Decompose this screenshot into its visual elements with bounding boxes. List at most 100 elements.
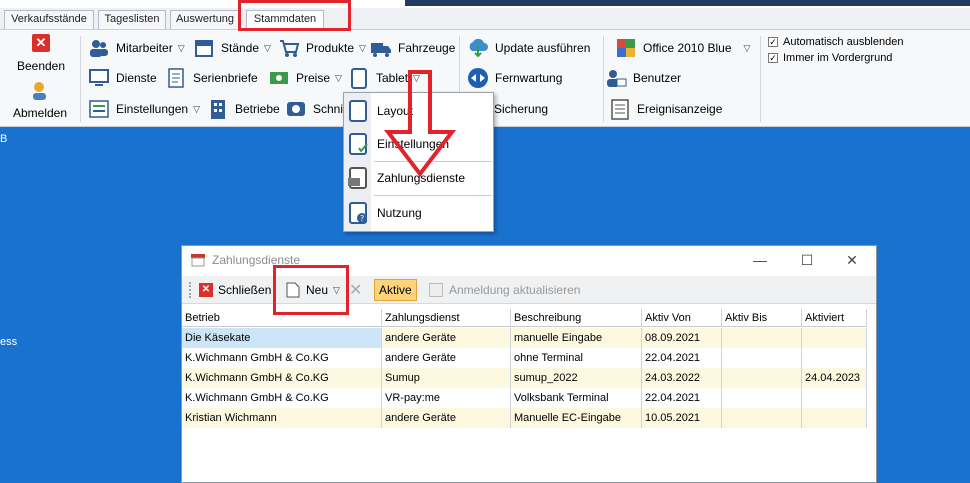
table-cell bbox=[802, 388, 867, 408]
table-row[interactable]: Die Käsekate andere Geräte manuelle Eing… bbox=[182, 328, 867, 348]
dienste-button[interactable]: Dienste bbox=[88, 65, 157, 91]
title-bar-dark bbox=[405, 0, 970, 6]
aktive-label: Aktive bbox=[379, 283, 412, 297]
auto-hide-checkbox[interactable]: ✓ Automatisch ausblenden bbox=[768, 36, 903, 48]
sicherung-button[interactable]: Sicherung bbox=[494, 96, 548, 122]
produkte-button[interactable]: Produkte ▽ bbox=[278, 35, 366, 61]
minimize-icon[interactable]: — bbox=[750, 250, 770, 270]
table-row[interactable]: K.Wichmann GmbH & Co.KG Sumup sumup_2022… bbox=[182, 368, 867, 388]
fernwartung-label: Fernwartung bbox=[495, 71, 563, 85]
letter-icon bbox=[168, 68, 184, 88]
preise-button[interactable]: Preise ▽ bbox=[268, 65, 342, 91]
interface-icon bbox=[287, 102, 305, 116]
table-cell: 24.04.2023 bbox=[802, 368, 867, 388]
close-icon[interactable]: ✕ bbox=[842, 250, 862, 270]
staende-label: Stände bbox=[221, 41, 260, 55]
maximize-icon[interactable]: ☐ bbox=[797, 250, 817, 270]
checkmark-icon: ✓ bbox=[768, 53, 778, 63]
table-cell: K.Wichmann GmbH & Co.KG bbox=[182, 388, 382, 408]
delete-icon[interactable]: ✕ bbox=[349, 279, 362, 301]
table-cell: 24.03.2022 bbox=[642, 368, 722, 388]
menu-item-nutzung[interactable]: ? Nutzung bbox=[344, 198, 493, 228]
tablet-help-icon: ? bbox=[349, 202, 367, 224]
cloud-download-icon bbox=[469, 38, 488, 58]
table-cell bbox=[722, 368, 802, 388]
tab-verkaufsstaende[interactable]: Verkaufsstände bbox=[4, 10, 94, 29]
table-cell: 08.09.2021 bbox=[642, 328, 722, 348]
table-cell bbox=[802, 328, 867, 348]
table-cell: 10.05.2021 bbox=[642, 408, 722, 428]
stall-icon bbox=[191, 254, 205, 267]
column-header[interactable]: Aktiv Bis bbox=[722, 309, 802, 327]
preise-label: Preise bbox=[296, 71, 331, 85]
table-cell: Die Käsekate bbox=[182, 328, 382, 348]
tablet-icon bbox=[351, 68, 367, 89]
ereignisanzeige-button[interactable]: Ereignisanzeige bbox=[609, 96, 722, 122]
table-cell: Kristian Wichmann bbox=[182, 408, 382, 428]
chevron-down-icon: ▽ bbox=[193, 103, 200, 114]
menu-separator bbox=[374, 195, 491, 196]
close-red-icon: ✕ bbox=[199, 283, 213, 297]
market-stall-icon bbox=[195, 40, 213, 57]
serienbriefe-button[interactable]: Serienbriefe bbox=[165, 65, 258, 91]
theme-select[interactable]: Office 2010 Blue ▽ bbox=[615, 35, 750, 61]
schnittstellen-button[interactable]: Schnit bbox=[285, 96, 346, 122]
svg-text:?: ? bbox=[360, 214, 364, 223]
serienbriefe-label: Serienbriefe bbox=[193, 71, 258, 85]
fahrzeuge-button[interactable]: Fahrzeuge bbox=[370, 35, 455, 61]
ribbon-tab-bar: Verkaufsstände Tageslisten Auswertung St… bbox=[0, 8, 970, 31]
remote-icon bbox=[468, 68, 488, 88]
abmelden-button[interactable]: Abmelden bbox=[6, 80, 74, 124]
table-row[interactable]: K.Wichmann GmbH & Co.KG VR-pay:me Volksb… bbox=[182, 388, 867, 408]
schliessen-button[interactable]: ✕ Schließen bbox=[199, 279, 271, 301]
beenden-button[interactable]: ✕ Beenden bbox=[10, 34, 72, 78]
table-cell: K.Wichmann GmbH & Co.KG bbox=[182, 348, 382, 368]
table-cell: ohne Terminal bbox=[511, 348, 642, 368]
table-cell: Manuelle EC-Eingabe bbox=[511, 408, 642, 428]
ereignisanzeige-label: Ereignisanzeige bbox=[637, 102, 723, 116]
table-cell: VR-pay:me bbox=[382, 388, 511, 408]
table-cell bbox=[722, 388, 802, 408]
people-icon bbox=[90, 40, 108, 57]
benutzer-button[interactable]: Benutzer bbox=[605, 65, 681, 91]
betriebe-label: Betriebe bbox=[235, 102, 280, 116]
table-row[interactable]: Kristian Wichmann andere Geräte Manuelle… bbox=[182, 408, 867, 428]
desktop-text-fragment: B bbox=[0, 133, 8, 145]
column-header[interactable]: Aktiviert bbox=[802, 309, 867, 327]
column-header[interactable]: Beschreibung bbox=[511, 309, 642, 327]
abmelden-label: Abmelden bbox=[12, 106, 68, 120]
annotation-highlight-stammdaten bbox=[238, 0, 351, 31]
user-monitor-icon bbox=[607, 70, 627, 87]
ribbon-separator bbox=[760, 36, 761, 122]
close-red-icon: ✕ bbox=[32, 34, 50, 52]
table-cell: Sumup bbox=[382, 368, 511, 388]
anmeldung-label: Anmeldung aktualisieren bbox=[449, 283, 581, 297]
always-front-label: Immer im Vordergrund bbox=[783, 52, 893, 64]
anmeldung-aktualisieren-button[interactable]: Anmeldung aktualisieren bbox=[429, 279, 580, 301]
checkmark-icon: ✓ bbox=[768, 37, 778, 47]
table-cell: andere Geräte bbox=[382, 408, 511, 428]
produkte-label: Produkte bbox=[306, 41, 355, 55]
update-button[interactable]: Update ausführen bbox=[467, 35, 590, 61]
column-header[interactable]: Zahlungsdienst bbox=[382, 309, 511, 327]
tab-tageslisten[interactable]: Tageslisten bbox=[98, 10, 166, 29]
user-key-icon bbox=[33, 82, 46, 100]
mitarbeiter-button[interactable]: Mitarbeiter ▽ bbox=[88, 35, 185, 61]
chevron-down-icon: ▽ bbox=[177, 42, 185, 53]
table-row[interactable]: K.Wichmann GmbH & Co.KG andere Geräte oh… bbox=[182, 348, 867, 368]
annotation-highlight-neu bbox=[273, 265, 349, 315]
tablet-check-icon bbox=[349, 133, 368, 155]
table-cell bbox=[802, 348, 867, 368]
column-header[interactable]: Aktiv Von bbox=[642, 309, 722, 327]
einstellungen-button[interactable]: Einstellungen ▽ bbox=[88, 96, 200, 122]
aktive-toggle[interactable]: Aktive bbox=[374, 279, 417, 301]
betriebe-button[interactable]: Betriebe bbox=[207, 96, 280, 122]
schnittstellen-label: Schnit bbox=[313, 102, 347, 116]
chevron-down-icon: ▽ bbox=[743, 42, 751, 53]
always-front-checkbox[interactable]: ✓ Immer im Vordergrund bbox=[768, 52, 892, 64]
fernwartung-button[interactable]: Fernwartung bbox=[467, 65, 562, 91]
staende-button[interactable]: Stände ▽ bbox=[193, 35, 271, 61]
table-cell: andere Geräte bbox=[382, 328, 511, 348]
tab-auswertung[interactable]: Auswertung bbox=[170, 10, 240, 29]
chevron-down-icon: ▽ bbox=[335, 72, 342, 83]
